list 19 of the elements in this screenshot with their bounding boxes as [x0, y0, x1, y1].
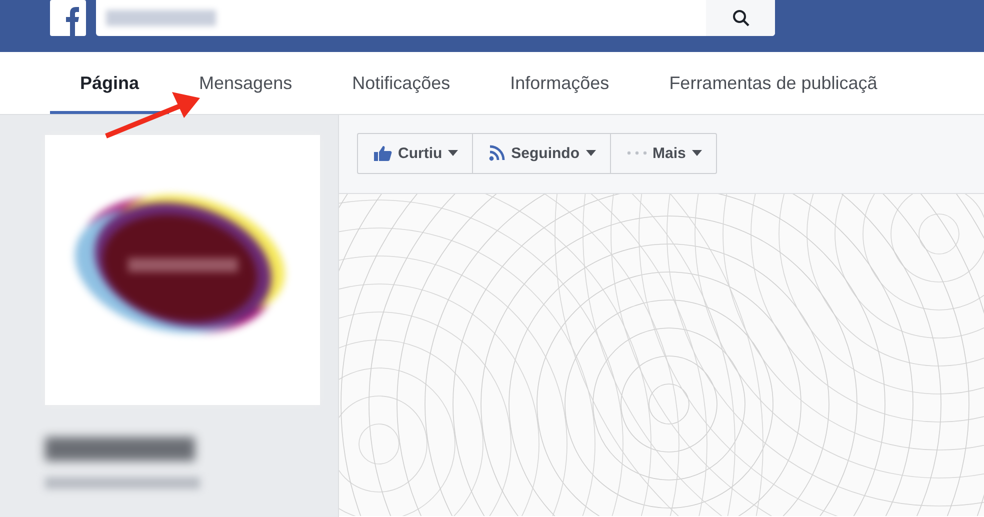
search-field[interactable]	[96, 0, 775, 36]
facebook-logo-icon[interactable]	[50, 0, 86, 36]
search-icon	[732, 9, 750, 27]
page-tab[interactable]: Ferramentas de publicaçã	[639, 52, 908, 114]
search-button[interactable]	[706, 0, 775, 36]
page-action-button[interactable]: Seguindo	[472, 132, 610, 174]
profile-picture[interactable]	[45, 135, 320, 405]
page-tab[interactable]: Notificações	[322, 52, 480, 114]
thumbs-up-icon	[374, 145, 392, 161]
caret-icon	[448, 150, 458, 156]
page-tab[interactable]: Página	[50, 52, 170, 114]
rss-icon	[489, 145, 506, 161]
dots-icon	[626, 151, 646, 155]
page-tab[interactable]: Mensagens	[169, 52, 322, 114]
caret-icon	[692, 150, 702, 156]
page-tab[interactable]: Informações	[480, 52, 640, 114]
page-action-button[interactable]: Mais	[610, 132, 717, 174]
caret-icon	[586, 150, 596, 156]
page-action-button[interactable]: Curtiu	[357, 132, 474, 174]
